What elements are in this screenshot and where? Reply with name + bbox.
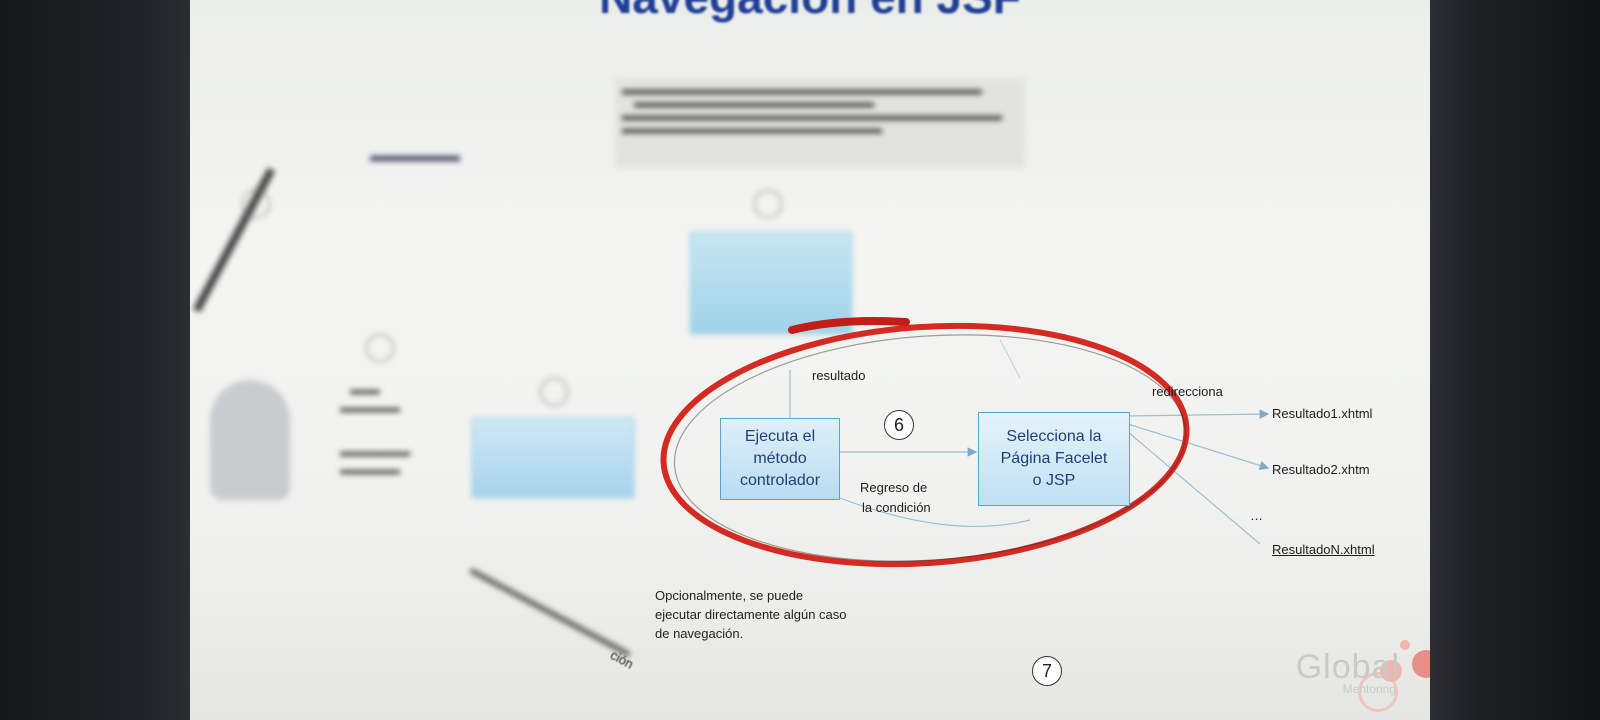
select-line-3: o JSP (1032, 472, 1076, 489)
output-ellipsis: … (1250, 508, 1263, 523)
presentation-slide: Navegación en JSF ción (190, 0, 1430, 720)
logo-dot-small (1400, 640, 1410, 650)
output-resultado2: Resultado2.xhtm (1272, 462, 1370, 477)
select-page-box: Selecciona la Página Facelet o JSP (978, 412, 1130, 506)
note-line-2: ejecutar directamente algún caso (655, 607, 847, 622)
execute-line-2: método (753, 450, 807, 467)
regreso-label-1: Regreso de (860, 480, 928, 495)
monitor-bezel-right (1430, 0, 1600, 720)
step-6-number: 6 (884, 410, 914, 440)
select-line-2: Página Facelet (1000, 450, 1108, 467)
note-line-3: de navegación. (655, 626, 744, 641)
redirecciona-label: redirecciona (1152, 384, 1223, 399)
resultado-label: resultado (812, 368, 866, 383)
execute-controller-box: Ejecuta el método controlador (720, 418, 840, 500)
monitor-bezel-left (0, 0, 190, 720)
execute-line-1: Ejecuta el (744, 428, 816, 445)
output-resultado1: Resultado1.xhtml (1272, 406, 1373, 421)
note-line-1: Opcionalmente, se puede (655, 588, 804, 603)
regreso-label-2: la condición (862, 500, 931, 515)
logo-subtitle: Mentoring (1342, 682, 1396, 696)
select-line-1: Selecciona la (1006, 428, 1102, 445)
execute-line-3: controlador (739, 472, 821, 489)
optional-navigation-note: Opcionalmente, se puede ejecutar directa… (655, 586, 847, 643)
step-7-number: 7 (1032, 656, 1062, 686)
output-resultadoN: ResultadoN.xhtml (1272, 542, 1375, 557)
